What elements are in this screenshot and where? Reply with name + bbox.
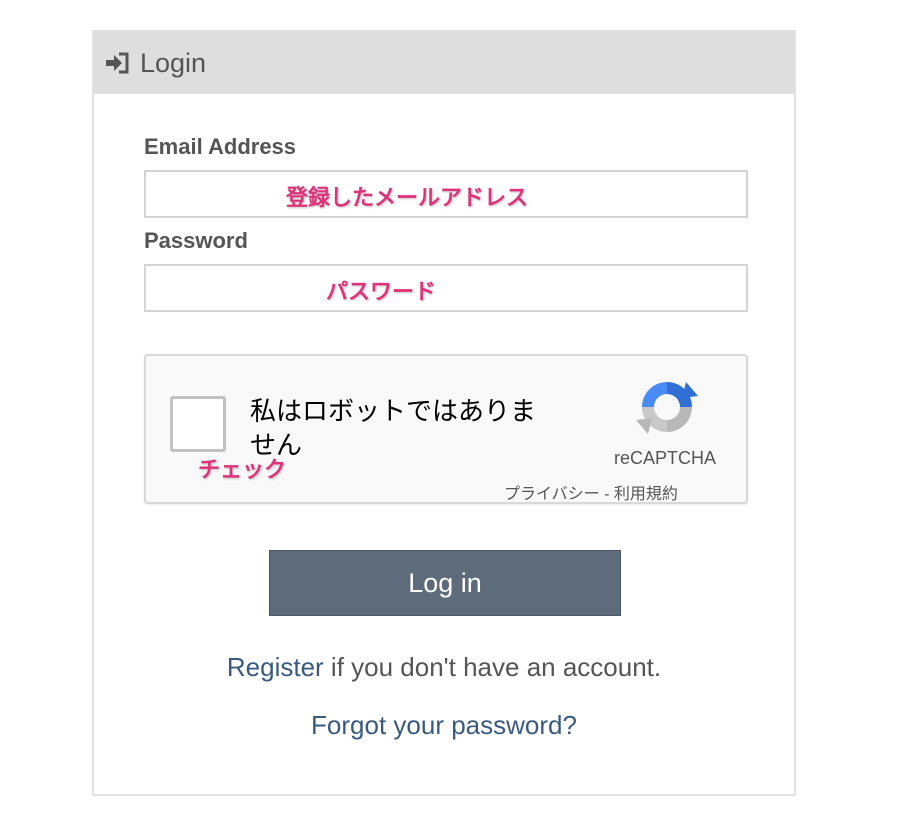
register-line: Register if you don't have an account. (94, 652, 794, 683)
password-annotation: パスワード (326, 279, 437, 304)
login-button[interactable]: Log in (269, 550, 621, 616)
register-link[interactable]: Register (227, 652, 324, 682)
recaptcha-checkbox[interactable] (170, 396, 226, 452)
email-label: Email Address (144, 134, 297, 159)
login-panel: Login Email Address 登録したメールアドレス Password… (92, 30, 796, 796)
panel-title: Login (140, 47, 207, 78)
recaptcha-widget: 私はロボットではありません チェック reCAPTCHA プライバシー - 利用… (144, 354, 748, 504)
recaptcha-logo-icon (636, 376, 698, 440)
password-label: Password (144, 228, 248, 253)
password-field[interactable]: パスワード (144, 264, 748, 312)
recaptcha-brand: reCAPTCHA (614, 448, 717, 468)
recaptcha-checkbox-label: 私はロボットではありません (250, 396, 537, 460)
email-field[interactable]: 登録したメールアドレス (144, 170, 748, 218)
email-annotation: 登録したメールアドレス (286, 185, 529, 210)
forgot-password-link[interactable]: Forgot your password? (311, 710, 577, 740)
sign-in-icon (104, 52, 130, 74)
check-annotation: チェック (198, 457, 287, 482)
register-suffix: if you don't have an account. (323, 652, 662, 682)
recaptcha-privacy-terms-links[interactable]: プライバシー - 利用規約 (504, 480, 678, 504)
panel-header: Login (94, 32, 794, 94)
